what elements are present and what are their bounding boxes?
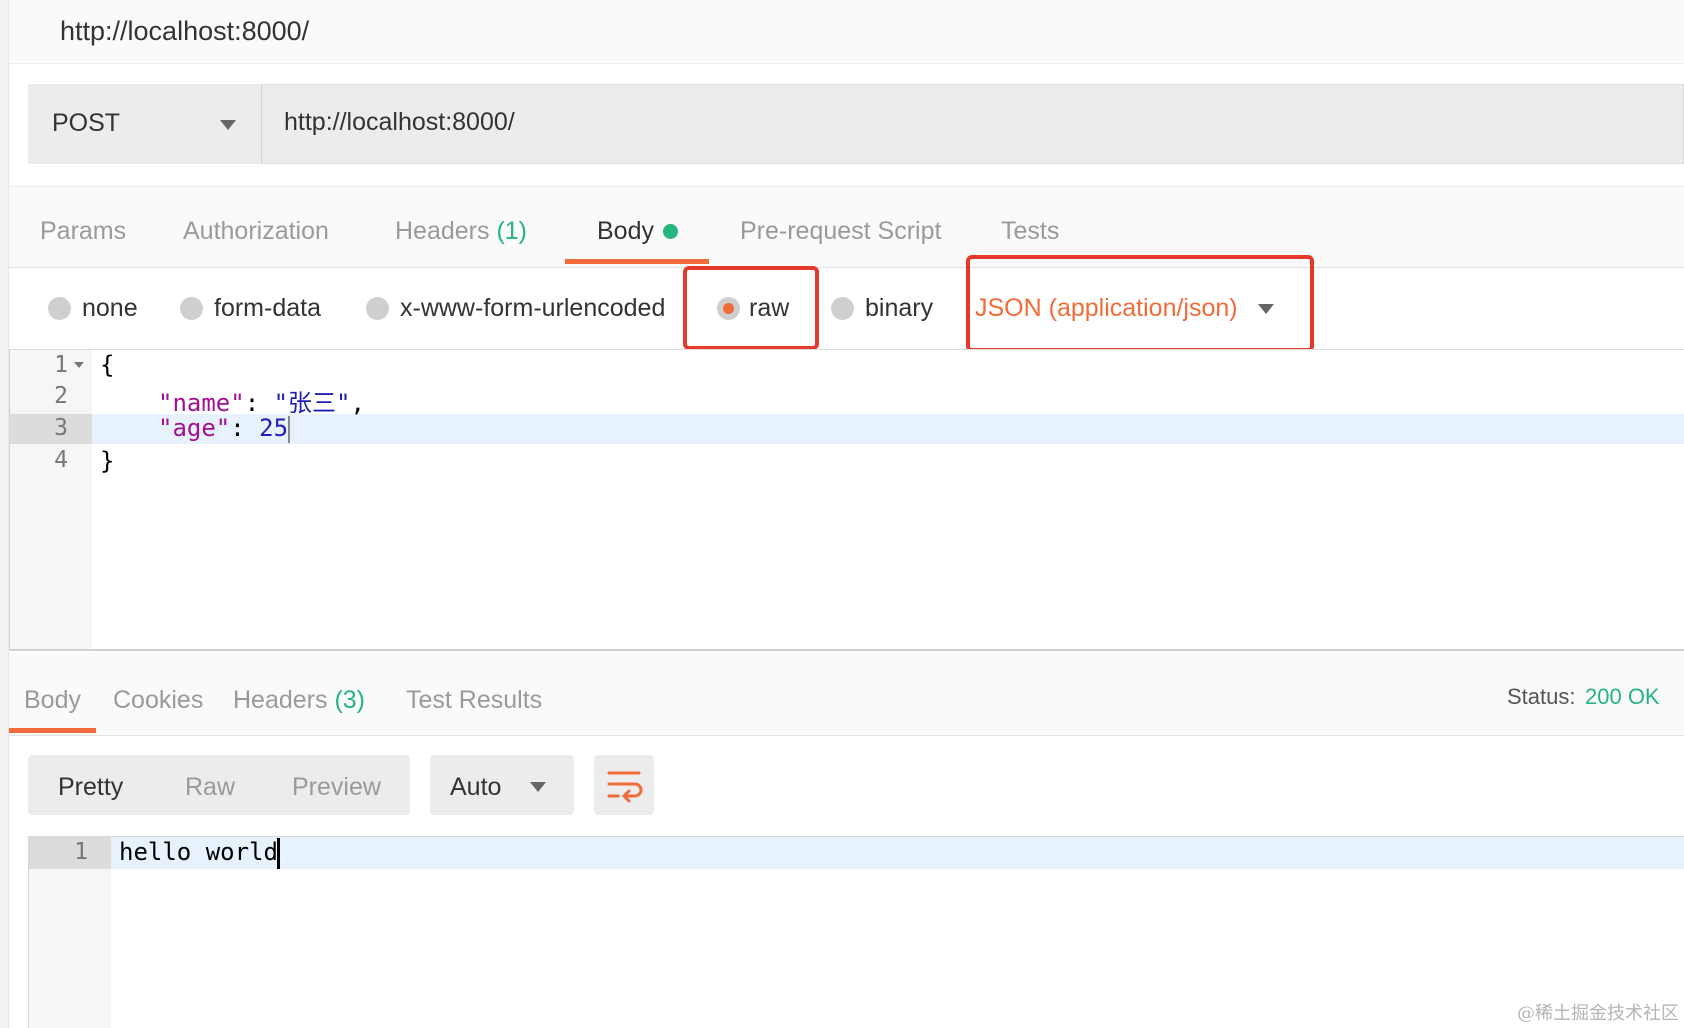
active-line-highlight (111, 837, 1684, 869)
response-headers-count: (3) (334, 686, 366, 714)
tab-params[interactable]: Params (40, 217, 126, 246)
text-caret (277, 838, 280, 869)
body-content-dot-icon (663, 224, 678, 239)
radio-form-data[interactable] (180, 297, 203, 320)
line-number: 1 (74, 839, 88, 865)
tab-pre-request-script[interactable]: Pre-request Script (740, 217, 941, 246)
radio-binary[interactable] (831, 297, 854, 320)
status-badge: 200 OK (1585, 684, 1660, 709)
line-number: 1 (54, 352, 68, 378)
radio-label-binary[interactable]: binary (865, 294, 933, 323)
watermark: @稀土掘金技术社区 (1517, 1003, 1679, 1024)
active-line-highlight (92, 414, 1684, 444)
left-sidebar-edge (0, 0, 9, 1028)
format-preview-button[interactable]: Preview (292, 773, 381, 802)
tab-tests[interactable]: Tests (1001, 217, 1059, 246)
json-key: "age" (158, 414, 231, 442)
url-input[interactable]: http://localhost:8000/ (284, 108, 515, 137)
response-tab-cookies[interactable]: Cookies (113, 686, 203, 715)
code-line: "name": "张三", (158, 389, 365, 417)
response-tab-test-results[interactable]: Test Results (406, 686, 542, 715)
request-title: http://localhost:8000/ (60, 16, 310, 46)
code-line: { (100, 351, 115, 379)
radio-label-form-data[interactable]: form-data (214, 294, 321, 323)
code-line: "age": 25 (158, 414, 289, 442)
response-body-text: hello world (119, 838, 278, 866)
wrap-lines-icon (607, 771, 643, 803)
radio-x-www-form-urlencoded[interactable] (366, 297, 389, 320)
fold-arrow-icon[interactable] (74, 362, 84, 368)
method-value: POST (52, 109, 121, 137)
line-number: 4 (54, 447, 68, 473)
url-bar (28, 84, 1684, 164)
response-tab-headers[interactable]: Headers (3) (233, 686, 365, 715)
radio-none[interactable] (48, 297, 71, 320)
radio-label-x-www-form-urlencoded[interactable]: x-www-form-urlencoded (400, 294, 665, 323)
wrap-lines-button[interactable] (594, 755, 654, 815)
active-tab-underline (565, 259, 709, 264)
json-number-value: 25 (259, 414, 289, 442)
json-key: "name" (158, 389, 245, 417)
code-line: } (100, 447, 115, 475)
response-tab-body[interactable]: Body (24, 686, 81, 715)
headers-count: (1) (496, 217, 528, 245)
format-pretty-button[interactable]: Pretty (58, 773, 123, 802)
line-number: 2 (54, 383, 68, 409)
editor-caret (288, 416, 290, 443)
language-value: Auto (450, 773, 502, 801)
tab-authorization[interactable]: Authorization (183, 217, 329, 246)
format-raw-button[interactable]: Raw (185, 773, 235, 802)
tab-headers[interactable]: Headers (1) (395, 217, 527, 246)
status-label: Status: (1507, 684, 1576, 709)
tab-body[interactable]: Body (597, 217, 654, 246)
raw-highlight-annotation (683, 266, 819, 350)
content-type-highlight-annotation (966, 255, 1314, 352)
radio-label-none[interactable]: none (82, 294, 138, 323)
json-string-value: "张三" (273, 389, 351, 417)
chevron-down-icon[interactable] (220, 120, 236, 130)
active-tab-underline (9, 728, 96, 733)
line-number: 3 (54, 415, 68, 441)
chevron-down-icon[interactable] (530, 782, 546, 792)
